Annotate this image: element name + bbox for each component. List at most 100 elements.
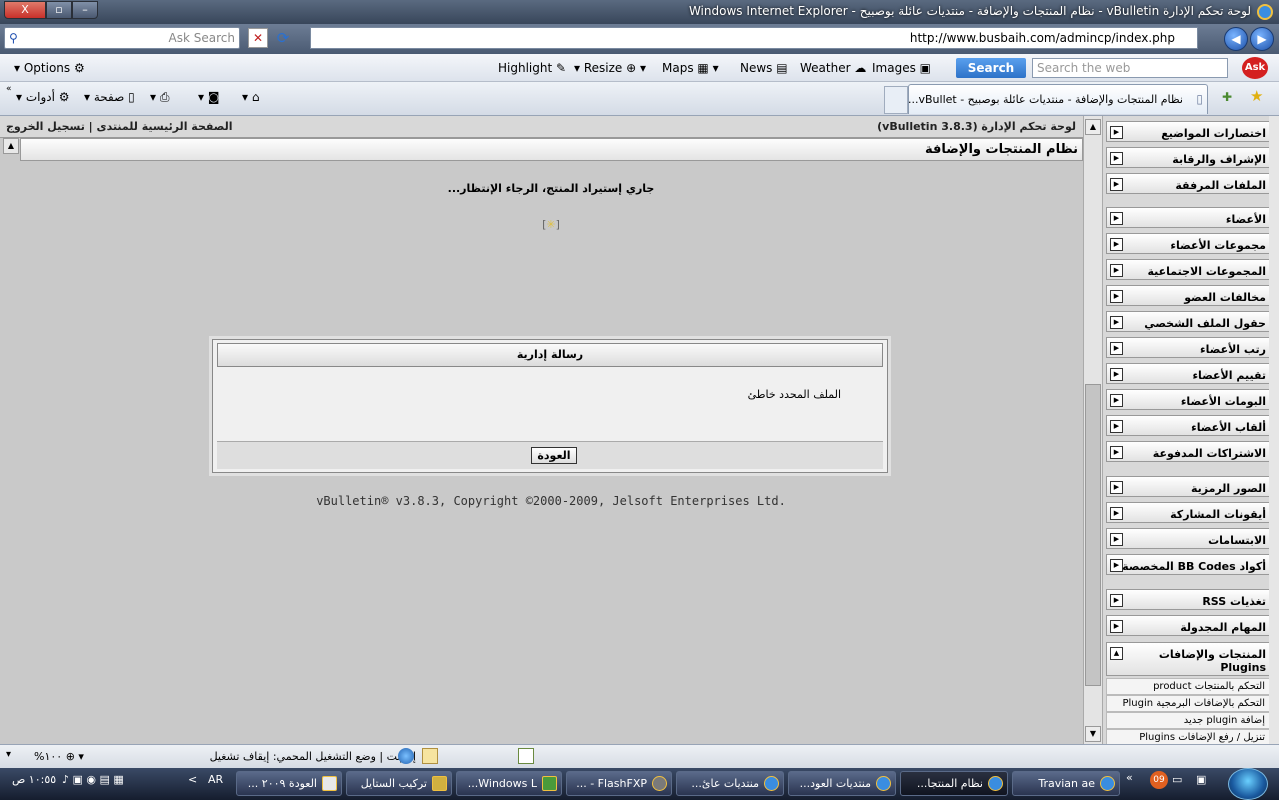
refresh-icon[interactable]: ⟳ bbox=[272, 28, 294, 48]
minimize-window-button[interactable]: – bbox=[72, 1, 98, 19]
expand-icon[interactable]: ▶ bbox=[1110, 238, 1123, 251]
taskbar-item[interactable]: منتديات عائ... bbox=[676, 771, 784, 796]
sidebar-group[interactable]: ▶ أكواد BB Codes المخصصة bbox=[1106, 554, 1270, 575]
sidebar-scrollbar[interactable] bbox=[1269, 116, 1279, 744]
home-button[interactable]: ▾ ⌂ bbox=[242, 90, 259, 104]
expand-icon[interactable]: ▶ bbox=[1110, 126, 1123, 139]
sidebar-group[interactable]: ▶ اختصارات المواضيع bbox=[1106, 121, 1270, 142]
sidebar-group[interactable]: ▶ مجموعات الأعضاء bbox=[1106, 233, 1270, 254]
sidebar-subitem[interactable]: التحكم بالمنتجات product bbox=[1106, 678, 1270, 695]
zoom-dropdown-icon[interactable]: ▾ bbox=[6, 749, 11, 760]
switch-windows-icon[interactable]: ▣ bbox=[1196, 773, 1206, 786]
close-window-button[interactable]: X bbox=[4, 1, 46, 19]
expand-icon[interactable]: ▶ bbox=[1110, 316, 1123, 329]
new-tab-button[interactable] bbox=[884, 86, 908, 114]
sidebar-group-label: البومات الأعضاء bbox=[1180, 395, 1266, 408]
quicklaunch-badge-icon[interactable]: 09 bbox=[1150, 771, 1168, 789]
feeds-button[interactable]: ▾ ◙ bbox=[198, 90, 220, 104]
taskbar-item[interactable]: Windows L... bbox=[456, 771, 562, 796]
sidebar-group[interactable]: ▶ الملفات المرفقة bbox=[1106, 173, 1270, 194]
language-indicator[interactable]: AR bbox=[208, 773, 223, 786]
expand-icon[interactable]: ▶ bbox=[1110, 594, 1123, 607]
print-button[interactable]: ▾ ⎙ bbox=[150, 90, 169, 105]
chevron-icon[interactable]: « bbox=[6, 84, 12, 94]
stop-icon[interactable]: ✕ bbox=[248, 28, 268, 48]
taskbar-item[interactable]: منتديات العود... bbox=[788, 771, 896, 796]
expand-icon[interactable]: ▶ bbox=[1110, 620, 1123, 633]
content-scrollbar[interactable]: ▲ ▼ bbox=[1083, 116, 1102, 744]
sidebar-subitem[interactable]: إضافة plugin جديد bbox=[1106, 712, 1270, 729]
start-button[interactable] bbox=[1228, 768, 1268, 800]
expand-icon[interactable]: ▶ bbox=[1110, 533, 1123, 546]
expand-icon[interactable]: ▶ bbox=[1110, 368, 1123, 381]
back-icon[interactable]: ◀ bbox=[1224, 27, 1248, 51]
tab-current[interactable]: نظام المنتجات والإضافة - منتديات عائلة ب… bbox=[908, 84, 1208, 114]
maximize-window-button[interactable]: ▫ bbox=[46, 1, 72, 19]
sidebar-group-plugins[interactable]: ▲ المنتجات والإضافات Plugins bbox=[1106, 642, 1270, 676]
taskbar-chevron-icon[interactable]: « bbox=[1126, 771, 1133, 784]
taskbar-item[interactable]: تركيب الستايل bbox=[346, 771, 452, 796]
zoom-level[interactable]: %١٠٠ ⊕ ▾ bbox=[34, 750, 84, 763]
expand-icon[interactable]: ▶ bbox=[1110, 559, 1123, 572]
sidebar-group[interactable]: ▶ ألقاب الأعضاء bbox=[1106, 415, 1270, 436]
scroll-up-icon[interactable]: ▲ bbox=[3, 138, 19, 154]
url-input[interactable]: http://www.busbaih.com/admincp/index.php bbox=[310, 27, 1198, 49]
taskbar-item[interactable]: العودة ٢٠٠٩ ... bbox=[236, 771, 342, 796]
page-menu[interactable]: ▾ صفحة ▯ bbox=[84, 90, 135, 104]
taskbar-item[interactable]: Travian ae bbox=[1012, 771, 1120, 796]
expand-icon[interactable]: ▶ bbox=[1110, 178, 1123, 191]
maps-button[interactable]: Maps ▦ ▾ bbox=[662, 61, 719, 75]
expand-icon[interactable]: ▶ bbox=[1110, 152, 1123, 165]
sidebar-subitem[interactable]: التحكم بالإضافات البرمجية Plugin bbox=[1106, 695, 1270, 712]
sidebar-group[interactable]: ▶ حقول الملف الشخصي bbox=[1106, 311, 1270, 332]
sidebar-group[interactable]: ▶ الابتسامات bbox=[1106, 528, 1270, 549]
sidebar-group[interactable]: ▶ البومات الأعضاء bbox=[1106, 389, 1270, 410]
ask-search-input[interactable]: ⚲ Ask Search bbox=[4, 27, 240, 49]
web-search-button[interactable]: Search bbox=[956, 58, 1026, 78]
scrollbar-down-icon[interactable]: ▼ bbox=[1085, 726, 1101, 742]
ask-logo-icon[interactable]: Ask bbox=[1242, 57, 1268, 79]
expand-icon[interactable]: ▶ bbox=[1110, 342, 1123, 355]
tray-expand-icon[interactable]: < bbox=[188, 773, 197, 786]
back-button[interactable]: العودة bbox=[531, 447, 577, 464]
collapse-icon[interactable]: ▲ bbox=[1110, 647, 1123, 660]
sidebar-group[interactable]: ▶ المهام المجدولة bbox=[1106, 615, 1270, 636]
scrollbar-up-icon[interactable]: ▲ bbox=[1085, 119, 1101, 135]
sidebar-group[interactable]: ▶ الإشراف والرقابة bbox=[1106, 147, 1270, 168]
scrollbar-thumb[interactable] bbox=[1085, 384, 1101, 686]
sidebar-group[interactable]: ▶ الصور الرمزية bbox=[1106, 476, 1270, 497]
expand-icon[interactable]: ▶ bbox=[1110, 420, 1123, 433]
expand-icon[interactable]: ▶ bbox=[1110, 290, 1123, 303]
expand-icon[interactable]: ▶ bbox=[1110, 446, 1123, 459]
add-favorites-icon[interactable]: ✚ bbox=[1222, 90, 1232, 104]
sidebar-group[interactable]: ▶ الاشتراكات المدفوعة bbox=[1106, 441, 1270, 462]
favorites-star-icon[interactable]: ★ bbox=[1250, 87, 1263, 105]
sidebar-group[interactable]: ▶ تقييم الأعضاء bbox=[1106, 363, 1270, 384]
sidebar-group[interactable]: ▶ تغذيات RSS bbox=[1106, 589, 1270, 610]
images-button[interactable]: Images ▣ bbox=[872, 61, 931, 75]
taskbar-item[interactable]: FlashFXP - ... bbox=[566, 771, 672, 796]
top-links[interactable]: الصفحة الرئيسية للمنتدى | تسجيل الخروج bbox=[6, 120, 233, 133]
web-search-input[interactable]: Search the web bbox=[1032, 58, 1228, 78]
clock[interactable]: ١٠:٥٥ ص bbox=[12, 773, 56, 786]
sidebar-group[interactable]: ▶ الأعضاء bbox=[1106, 207, 1270, 228]
system-tray-icons[interactable]: ♪ ▣ ◉ ▤ ▦ bbox=[62, 773, 124, 786]
show-desktop-icon[interactable]: ▭ bbox=[1172, 773, 1182, 786]
forward-icon[interactable]: ▶ bbox=[1250, 27, 1274, 51]
expand-icon[interactable]: ▶ bbox=[1110, 481, 1123, 494]
highlight-button[interactable]: Highlight ✎ bbox=[498, 61, 566, 75]
options-menu[interactable]: ▾ Options ⚙ bbox=[14, 61, 85, 75]
sidebar-group[interactable]: ▶ رتب الأعضاء bbox=[1106, 337, 1270, 358]
taskbar-item-active[interactable]: نظام المنتجا... bbox=[900, 771, 1008, 796]
tools-menu[interactable]: ▾ أدوات ⚙ bbox=[16, 90, 70, 104]
expand-icon[interactable]: ▶ bbox=[1110, 212, 1123, 225]
expand-icon[interactable]: ▶ bbox=[1110, 507, 1123, 520]
sidebar-group[interactable]: ▶ مخالفات العضو bbox=[1106, 285, 1270, 306]
resize-button[interactable]: ▾ Resize ⊕ ▾ bbox=[574, 61, 646, 75]
sidebar-group[interactable]: ▶ المجموعات الاجتماعية bbox=[1106, 259, 1270, 280]
news-button[interactable]: News ▤ bbox=[740, 61, 788, 75]
sidebar-group[interactable]: ▶ أيقونات المشاركة bbox=[1106, 502, 1270, 523]
expand-icon[interactable]: ▶ bbox=[1110, 264, 1123, 277]
expand-icon[interactable]: ▶ bbox=[1110, 394, 1123, 407]
weather-button[interactable]: Weather ☁ bbox=[800, 61, 866, 75]
